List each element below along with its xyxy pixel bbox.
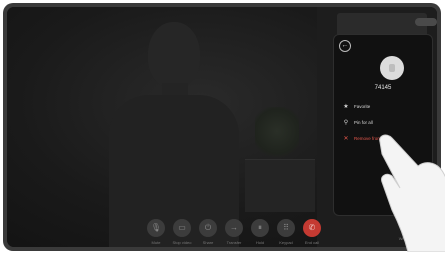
avatar [380, 56, 404, 80]
transfer-control[interactable]: → Transfer [223, 219, 245, 245]
menu-item-label: Pin for all [354, 120, 373, 125]
mute-label: Mute [151, 240, 161, 245]
microphone-icon[interactable]: 🎙 [147, 219, 165, 237]
camera-icon[interactable]: ▭ [173, 219, 191, 237]
transfer-label: Transfer [226, 240, 242, 245]
end-call-label: End call [304, 240, 320, 245]
menu-item-pin-for-all[interactable]: ⚲ Pin for all [343, 119, 373, 126]
hold-control[interactable]: ⏸ Hold [249, 219, 271, 245]
share-icon[interactable]: ⏻ [199, 219, 217, 237]
pin-icon: ⚲ [343, 120, 349, 126]
share-label: Share [202, 240, 214, 245]
back-arrow-icon[interactable]: ← [339, 40, 351, 52]
call-screen: 🎙 Mute ▭ Stop video ⏻ Share → Transfer ⏸… [7, 7, 437, 247]
device-frame: 🎙 Mute ▭ Stop video ⏻ Share → Transfer ⏸… [3, 3, 441, 251]
participant-name: 74145 [374, 85, 392, 91]
stop-video-control[interactable]: ▭ Stop video [171, 219, 193, 245]
menu-item-label: Favorite [354, 104, 371, 109]
pause-icon[interactable]: ⏸ [251, 219, 269, 237]
share-control[interactable]: ⏻ Share [197, 219, 219, 245]
avatar-placeholder-icon [389, 64, 395, 72]
remote-participant-head [148, 22, 200, 88]
mute-control[interactable]: 🎙 Mute [145, 219, 167, 245]
background-cabinet [245, 159, 315, 212]
close-icon: ✕ [343, 136, 349, 142]
transfer-icon[interactable]: → [225, 219, 243, 237]
keypad-control[interactable]: ⠿ Keypad [275, 219, 297, 245]
keypad-icon[interactable]: ⠿ [277, 219, 295, 237]
keypad-label: Keypad [279, 240, 293, 245]
call-controls: 🎙 Mute ▭ Stop video ⏻ Share → Transfer ⏸… [145, 219, 323, 245]
top-status-pill [415, 18, 437, 26]
menu-item-favorite[interactable]: ★ Favorite [343, 103, 370, 110]
stop-video-label: Stop video [172, 240, 192, 245]
background-plant [255, 107, 299, 161]
end-call-icon[interactable]: ✆ [303, 219, 321, 237]
end-call-control[interactable]: ✆ End call [301, 219, 323, 245]
star-icon: ★ [343, 104, 349, 110]
hold-label: Hold [255, 240, 265, 245]
pointing-hand-overlay [379, 134, 445, 252]
